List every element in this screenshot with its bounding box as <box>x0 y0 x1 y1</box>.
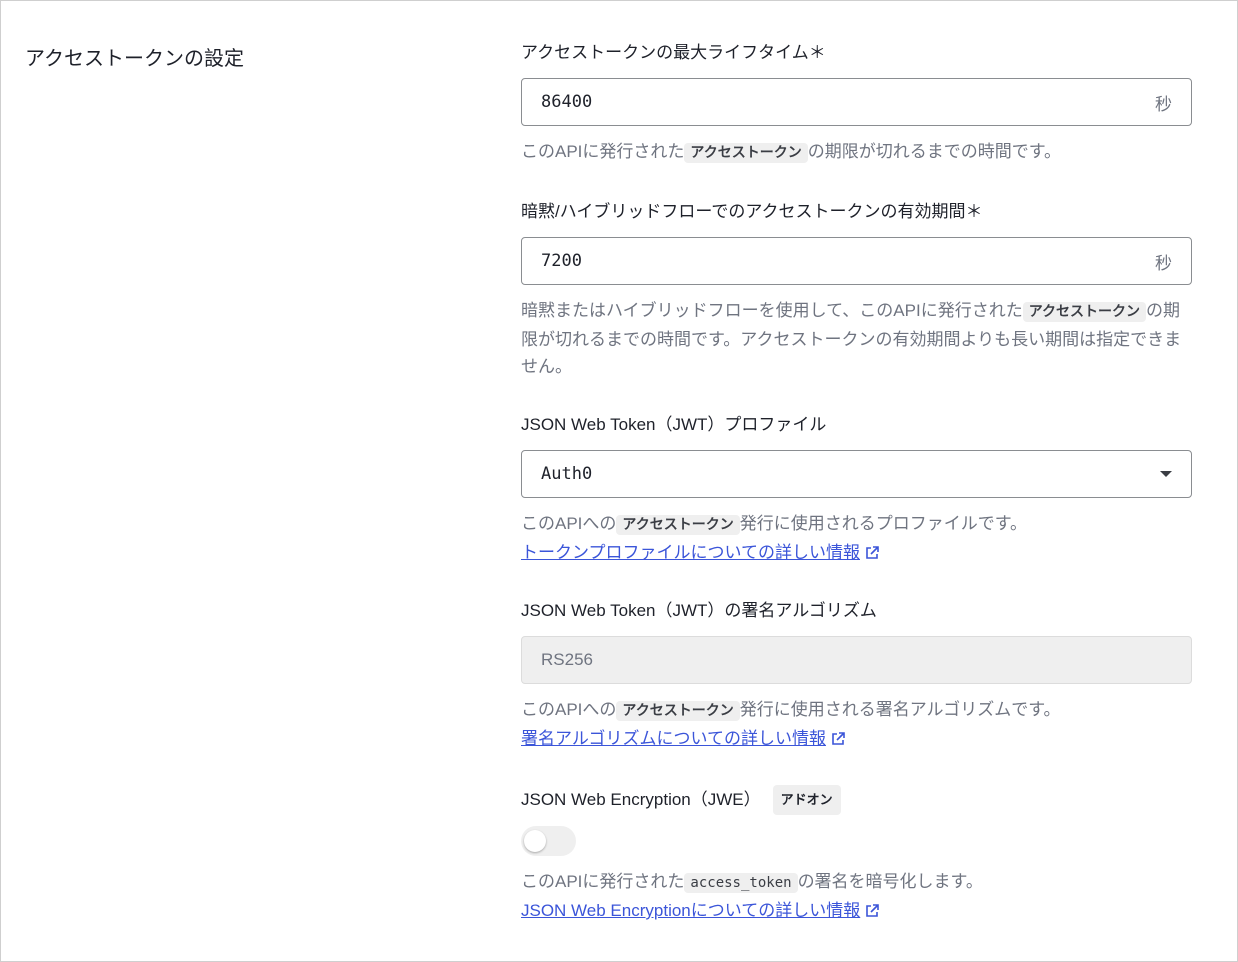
section-title: アクセストークンの設定 <box>25 48 244 70</box>
implicit-lifetime-input[interactable]: 7200 秒 <box>521 237 1192 285</box>
jwt-algorithm-field: RS256 <box>521 636 1192 684</box>
jwt-algorithm-label: JSON Web Token（JWT）の署名アルゴリズム <box>521 601 877 620</box>
jwe-toggle[interactable] <box>521 826 576 856</box>
help-text: 発行に使用される署名アルゴリズムです。 <box>739 700 1061 719</box>
signing-algorithm-docs-link[interactable]: 署名アルゴリズムについての詳しい情報 <box>521 729 845 748</box>
help-text: このAPIに発行された <box>521 142 685 161</box>
chevron-down-icon[interactable] <box>1160 471 1172 477</box>
jwe-label: JSON Web Encryption（JWE） アドオン <box>521 785 1192 815</box>
link-text[interactable]: トークンプロファイルについての詳しい情報 <box>521 543 860 562</box>
help-text: 暗黙またはハイブリッドフローを使用して、このAPIに発行された <box>521 301 1023 320</box>
implicit-lifetime-group: 暗黙/ハイブリッドフローでのアクセストークンの有効期間＊ 7200 秒 暗黙また… <box>521 200 1192 380</box>
jwe-help: このAPIに発行された access_token の署名を暗号化します。 JSON … <box>521 868 1192 924</box>
access-token-settings-form: アクセストークンの最大ライフタイム＊ 86400 秒 このAPIに発行された アク… <box>521 41 1192 957</box>
implicit-lifetime-unit: 秒 <box>1155 253 1172 273</box>
jwt-profile-select[interactable]: Auth0 <box>521 450 1192 498</box>
jwt-algorithm-value: RS256 <box>541 650 593 669</box>
help-text: の期限が切れるまでの時間です。 <box>807 142 1062 161</box>
implicit-lifetime-label: 暗黙/ハイブリッドフローでのアクセストークンの有効期間＊ <box>521 202 983 221</box>
toggle-knob[interactable] <box>524 830 546 852</box>
jwe-docs-link[interactable]: JSON Web Encryptionについての詳しい情報 <box>521 901 880 920</box>
access-token-code: access_token <box>684 873 798 893</box>
max-lifetime-input[interactable]: 86400 秒 <box>521 78 1192 126</box>
external-link-icon <box>832 732 845 745</box>
jwt-profile-help: このAPIへの アクセストークン 発行に使用されるプロファイルです。 トークンプロフ… <box>521 510 1192 566</box>
help-text: このAPIへの <box>521 700 617 719</box>
access-token-code: アクセストークン <box>1022 302 1147 322</box>
token-profile-docs-link[interactable]: トークンプロファイルについての詳しい情報 <box>521 543 879 562</box>
help-text: このAPIへの <box>521 514 617 533</box>
max-lifetime-value[interactable]: 86400 <box>541 92 1155 112</box>
help-text: 発行に使用されるプロファイルです。 <box>739 514 1028 533</box>
help-text: このAPIに発行された <box>521 872 685 891</box>
jwe-group: JSON Web Encryption（JWE） アドオン このAPIに発行された… <box>521 785 1192 924</box>
addon-badge: アドオン <box>772 785 841 815</box>
jwt-algorithm-group: JSON Web Token（JWT）の署名アルゴリズム RS256 このAPI… <box>521 599 1192 752</box>
jwt-profile-label: JSON Web Token（JWT）プロファイル <box>521 415 827 434</box>
max-lifetime-group: アクセストークンの最大ライフタイム＊ 86400 秒 このAPIに発行された アク… <box>521 41 1192 167</box>
jwe-label-text: JSON Web Encryption（JWE） <box>521 790 761 809</box>
implicit-lifetime-value[interactable]: 7200 <box>541 251 1155 271</box>
link-text[interactable]: JSON Web Encryptionについての詳しい情報 <box>521 901 860 920</box>
jwt-algorithm-help: このAPIへの アクセストークン 発行に使用される署名アルゴリズムです。 署名アルゴ… <box>521 696 1192 752</box>
link-text[interactable]: 署名アルゴリズムについての詳しい情報 <box>521 729 826 748</box>
external-link-icon <box>866 546 879 559</box>
max-lifetime-label: アクセストークンの最大ライフタイム＊ <box>521 43 826 62</box>
help-text: の署名を暗号化します。 <box>797 872 983 891</box>
access-token-code: アクセストークン <box>616 515 740 535</box>
access-token-code: アクセストークン <box>616 701 740 721</box>
max-lifetime-unit: 秒 <box>1155 94 1172 114</box>
access-token-code: アクセストークン <box>684 143 808 163</box>
jwt-profile-selected[interactable]: Auth0 <box>541 464 1160 484</box>
jwt-profile-group: JSON Web Token（JWT）プロファイル Auth0 このAPIへのア… <box>521 413 1192 566</box>
external-link-icon <box>866 904 880 917</box>
implicit-lifetime-help: 暗黙またはハイブリッドフローを使用して、このAPIに発行された アクセストークンの… <box>521 297 1192 380</box>
max-lifetime-help: このAPIに発行された アクセストークン の期限が切れるまでの時間です。 <box>521 138 1192 167</box>
